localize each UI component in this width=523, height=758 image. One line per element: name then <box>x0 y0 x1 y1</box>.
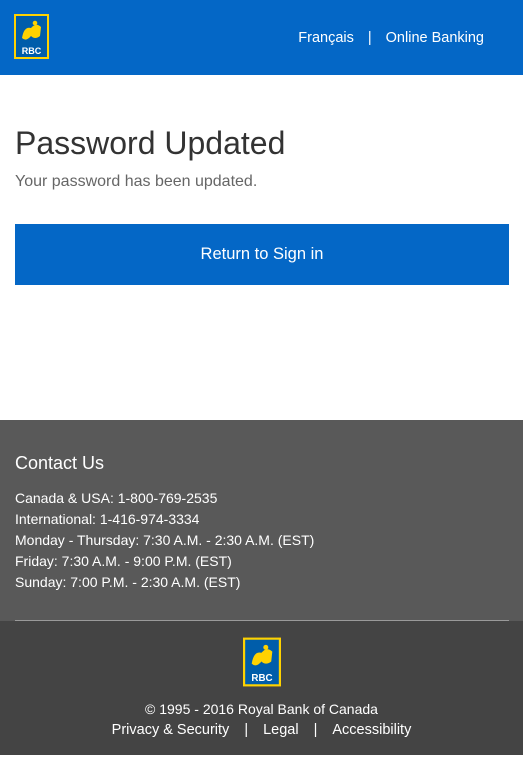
contact-section: Contact Us Canada & USA: 1-800-769-2535 … <box>0 420 523 622</box>
online-banking-link[interactable]: Online Banking <box>386 30 484 46</box>
logo-text: RBC <box>22 46 42 56</box>
footer-logo-text: RBC <box>251 673 272 684</box>
copyright-text: © 1995 - 2016 Royal Bank of Canada <box>145 701 378 717</box>
contact-line-mon-thu-hours: Monday - Thursday: 7:30 A.M. - 2:30 A.M.… <box>15 532 315 548</box>
accessibility-link[interactable]: Accessibility <box>332 722 411 738</box>
legal-link[interactable]: Legal <box>263 722 298 738</box>
site-footer: RBC © 1995 - 2016 Royal Bank of Canada P… <box>0 621 523 755</box>
main-content: Password Updated Your password has been … <box>15 124 509 191</box>
rbc-logo-icon[interactable]: RBC <box>14 14 49 59</box>
contact-list: Canada & USA: 1-800-769-2535 Internation… <box>15 488 314 593</box>
site-header: RBC Français | Online Banking <box>0 0 523 75</box>
nav-separator: | <box>367 30 372 46</box>
contact-line-sunday-hours: Sunday: 7:00 P.M. - 2:30 A.M. (EST) <box>15 574 241 590</box>
privacy-security-link[interactable]: Privacy & Security <box>112 722 230 738</box>
language-link[interactable]: Français <box>298 30 354 46</box>
contact-line-canada-usa: Canada & USA: 1-800-769-2535 <box>15 490 218 506</box>
return-to-sign-in-button[interactable]: Return to Sign in <box>15 224 509 285</box>
header-nav: Français | Online Banking <box>298 30 484 46</box>
contact-heading: Contact Us <box>15 453 105 473</box>
rbc-footer-logo-icon: RBC <box>243 637 281 687</box>
status-message: Your password has been updated. <box>15 173 258 190</box>
contact-line-international: International: 1-416-974-3334 <box>15 511 200 527</box>
footer-links: Privacy & Security | Legal | Accessibili… <box>0 722 523 738</box>
footer-separator: | <box>244 722 249 738</box>
footer-separator: | <box>313 722 318 738</box>
page-title: Password Updated <box>15 125 286 161</box>
contact-line-friday-hours: Friday: 7:30 A.M. - 9:00 P.M. (EST) <box>15 553 232 569</box>
